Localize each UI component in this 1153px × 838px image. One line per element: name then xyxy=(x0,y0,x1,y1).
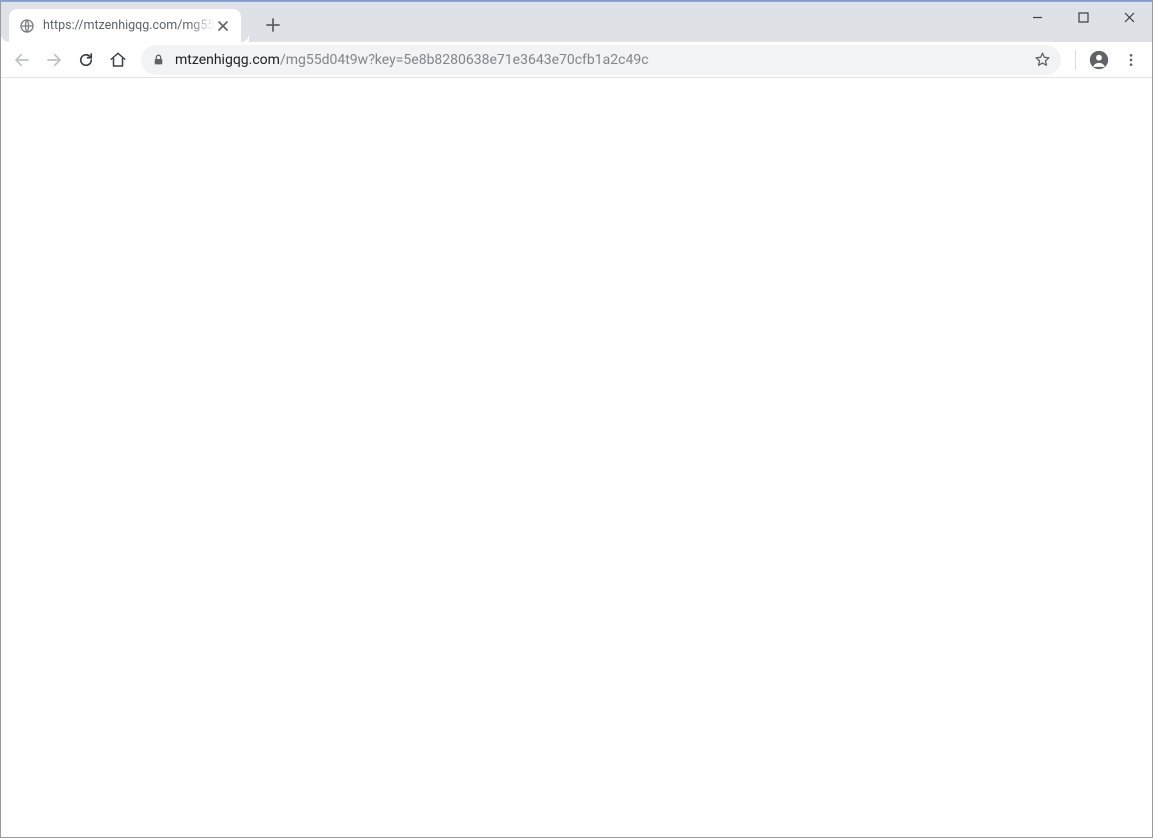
window-controls xyxy=(1014,2,1152,42)
titlebar: https://mtzenhigqg.com/mg55d0 xyxy=(1,1,1152,42)
address-bar[interactable]: mtzenhigqg.com/mg55d04t9w?key=5e8b828063… xyxy=(141,45,1061,75)
toolbar-separator xyxy=(1075,50,1076,70)
tabstrip: https://mtzenhigqg.com/mg55d0 xyxy=(1,2,1014,42)
back-button[interactable] xyxy=(7,45,37,75)
globe-icon xyxy=(19,18,35,34)
page-content xyxy=(1,78,1152,837)
toolbar: mtzenhigqg.com/mg55d04t9w?key=5e8b828063… xyxy=(1,42,1152,78)
profile-button[interactable] xyxy=(1084,45,1114,75)
tab-title: https://mtzenhigqg.com/mg55d0 xyxy=(35,18,215,33)
window-minimize-button[interactable] xyxy=(1014,2,1060,32)
home-button[interactable] xyxy=(103,45,133,75)
url-path: /mg55d04t9w?key=5e8b8280638e71e3643e70cf… xyxy=(280,52,649,68)
bookmark-button[interactable] xyxy=(1033,51,1051,68)
url-text: mtzenhigqg.com/mg55d04t9w?key=5e8b828063… xyxy=(175,52,1023,68)
menu-button[interactable] xyxy=(1116,45,1146,75)
tab-close-button[interactable] xyxy=(215,18,231,34)
reload-button[interactable] xyxy=(71,45,101,75)
window-close-button[interactable] xyxy=(1106,2,1152,32)
forward-button[interactable] xyxy=(39,45,69,75)
window-maximize-button[interactable] xyxy=(1060,2,1106,32)
lock-icon[interactable] xyxy=(151,53,165,66)
new-tab-button[interactable] xyxy=(259,11,287,39)
active-tab[interactable]: https://mtzenhigqg.com/mg55d0 xyxy=(9,9,241,42)
url-host: mtzenhigqg.com xyxy=(175,52,280,68)
